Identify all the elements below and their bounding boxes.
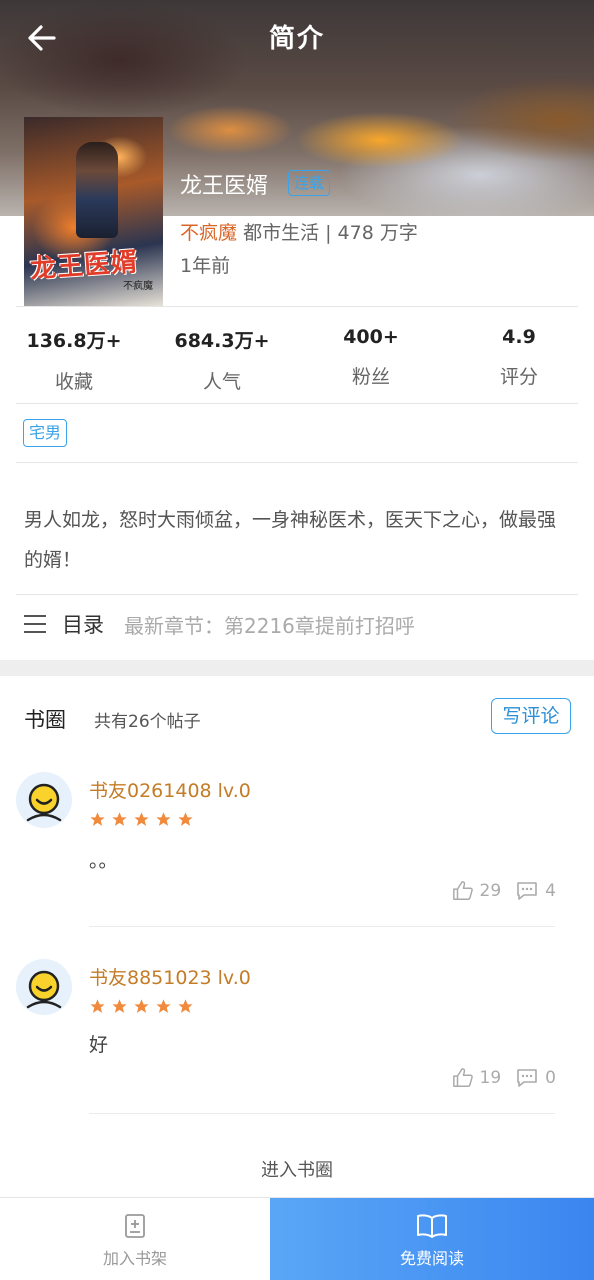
thumbs-up-icon <box>452 1068 473 1087</box>
comment-actions: 19 0 <box>452 1067 556 1089</box>
smiley-avatar-icon <box>26 970 62 1009</box>
enter-circle-link[interactable]: 进入书圈 <box>0 1156 594 1182</box>
stat-value: 136.8万+ <box>26 330 122 352</box>
comment-bubble-icon <box>517 1069 537 1087</box>
star-icon <box>156 999 171 1013</box>
genre-wordcount: 都市生活 | 478 万字 <box>243 222 418 244</box>
reply-count: 4 <box>545 881 556 901</box>
updated-time: 1年前 <box>180 255 231 277</box>
divider <box>89 926 555 927</box>
star-rating <box>89 998 194 1015</box>
open-book-icon <box>417 1214 447 1238</box>
divider <box>16 462 578 463</box>
reply-count: 0 <box>545 1068 556 1088</box>
add-to-shelf-label: 加入书架 <box>102 1249 167 1268</box>
smiley-avatar-icon <box>26 783 62 822</box>
stat-favorites: 136.8万+ 收藏 <box>0 326 148 394</box>
stat-rating: 4.9 评分 <box>445 326 593 389</box>
book-cover[interactable]: 龙王医婿 不疯魔 <box>24 117 163 306</box>
free-read-label: 免费阅读 <box>399 1249 464 1268</box>
divider <box>16 403 578 404</box>
stat-popularity: 684.3万+ 人气 <box>148 326 296 394</box>
stat-fans[interactable]: 400+ 粉丝 <box>297 326 445 389</box>
reply-button[interactable]: 4 <box>515 880 556 902</box>
stat-label: 人气 <box>202 371 241 393</box>
latest-chapter: 最新章节：第2216章提前打招呼 <box>124 613 415 638</box>
circle-title: 书圈 <box>24 708 66 732</box>
star-rating <box>89 811 194 828</box>
bookshelf-add-icon <box>125 1214 145 1238</box>
avatar[interactable] <box>16 772 72 828</box>
comment-actions: 29 4 <box>452 880 556 902</box>
star-icon <box>178 999 193 1013</box>
like-count: 19 <box>479 1068 502 1088</box>
book-title: 龙王医婿 <box>180 174 269 199</box>
comment-bubble-icon <box>517 882 537 900</box>
comment-username[interactable]: 书友8851023 lv.0 <box>89 963 251 990</box>
star-icon <box>112 812 127 826</box>
bottom-action-bar: 加入书架 免费阅读 <box>0 1197 594 1280</box>
divider <box>89 1113 555 1114</box>
page-title: 简介 <box>268 24 325 54</box>
like-button[interactable]: 29 <box>452 880 502 902</box>
toc-label: 目录 <box>62 613 104 637</box>
like-button[interactable]: 19 <box>452 1067 502 1089</box>
cover-illustration <box>76 142 118 238</box>
star-icon <box>134 999 149 1013</box>
thumbs-up-icon <box>452 881 473 900</box>
stat-label: 收藏 <box>54 371 93 393</box>
post-count: 共有26个帖子 <box>94 712 201 732</box>
author-link[interactable]: 不疯魔 <box>180 222 237 244</box>
tag-chip[interactable]: 宅男 <box>23 419 68 447</box>
star-icon <box>90 812 105 826</box>
cover-author: 不疯魔 <box>123 281 153 292</box>
reply-button[interactable]: 0 <box>515 1067 556 1089</box>
divider <box>16 594 578 595</box>
star-icon <box>178 812 193 826</box>
add-to-shelf-button[interactable]: 加入书架 <box>0 1198 270 1280</box>
list-icon <box>24 614 46 634</box>
stat-value: 400+ <box>343 326 399 348</box>
book-description: 男人如龙，怒时大雨倾盆，一身神秘医术，医天下之心，做最强的婿！ <box>24 509 557 571</box>
stat-value: 4.9 <box>502 326 536 348</box>
star-icon <box>134 812 149 826</box>
star-icon <box>112 999 127 1013</box>
like-count: 29 <box>479 881 502 901</box>
stat-label: 评分 <box>499 366 538 388</box>
top-bar: 简介 <box>0 0 594 76</box>
section-separator <box>0 660 594 676</box>
stat-value: 684.3万+ <box>174 330 270 352</box>
avatar[interactable] <box>16 959 72 1015</box>
star-icon <box>156 812 171 826</box>
status-badge: 连载 <box>288 170 331 196</box>
star-icon <box>90 999 105 1013</box>
divider <box>16 306 578 307</box>
comment-text: 。。 <box>89 850 118 872</box>
table-of-contents-row[interactable]: 目录 最新章节：第2216章提前打招呼 <box>24 606 574 642</box>
stat-label: 粉丝 <box>351 366 390 388</box>
comment-username[interactable]: 书友0261408 lv.0 <box>89 776 251 803</box>
book-meta: 不疯魔 都市生活 | 478 万字 <box>180 218 418 245</box>
free-read-button[interactable]: 免费阅读 <box>270 1198 594 1280</box>
write-review-button[interactable]: 写评论 <box>491 698 571 734</box>
comment-text: 好 <box>89 1034 109 1056</box>
